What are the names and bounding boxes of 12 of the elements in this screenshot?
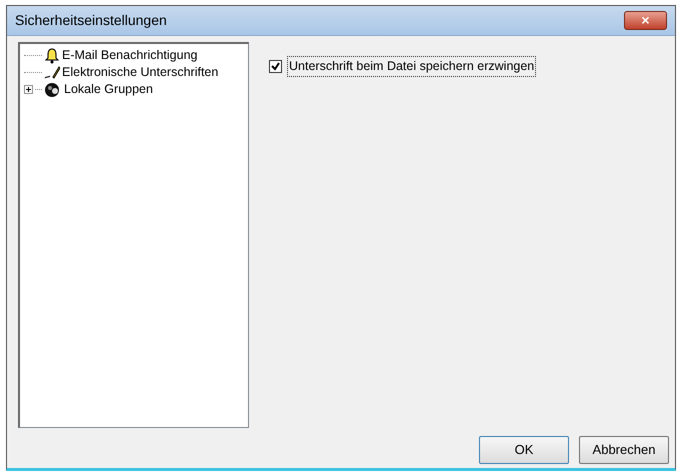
bell-icon bbox=[44, 48, 60, 64]
tree-item[interactable]: Elektronische Unterschriften bbox=[62, 63, 218, 82]
window-title: Sicherheitseinstellungen bbox=[15, 11, 167, 30]
group-icon bbox=[44, 82, 62, 98]
checkbox-label[interactable]: Unterschrift beim Datei speichern erzwingen bbox=[288, 57, 536, 76]
tree-item[interactable]: E-Mail Benachrichtigung bbox=[62, 46, 198, 65]
checkbox[interactable] bbox=[269, 60, 282, 73]
cancel-button[interactable]: Abbrechen bbox=[579, 436, 669, 464]
ok-button[interactable]: OK bbox=[479, 436, 569, 464]
pen-icon bbox=[44, 64, 60, 80]
expand-toggle[interactable] bbox=[24, 85, 33, 94]
tree-item[interactable]: Lokale Gruppen bbox=[64, 80, 153, 99]
